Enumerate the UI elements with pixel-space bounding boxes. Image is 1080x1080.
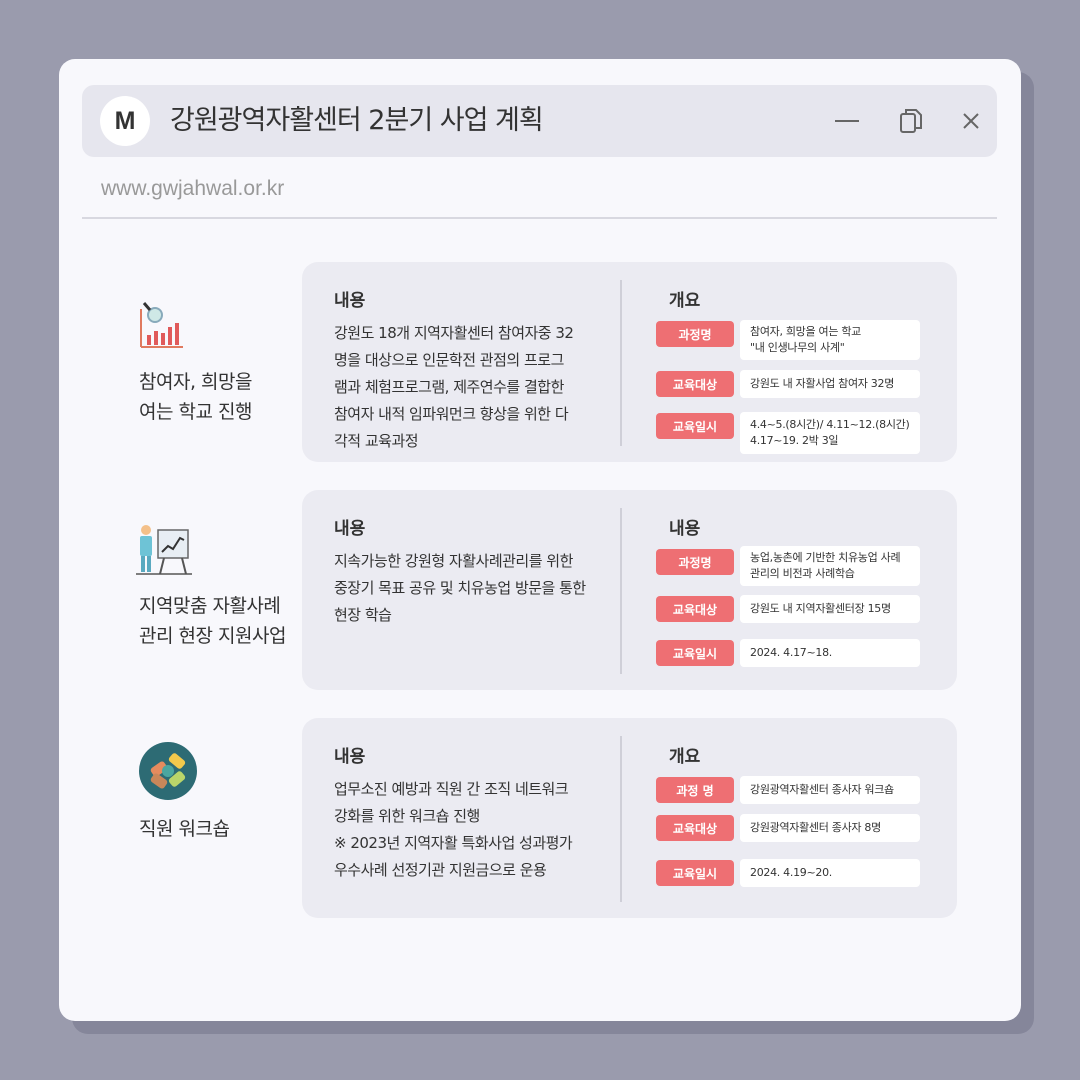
content-heading: 내용 (334, 519, 366, 539)
target-tag: 교육대상 (656, 596, 734, 622)
teamwork-hands-icon (139, 742, 197, 804)
schedule-value: 2024. 4.19~20. (740, 859, 920, 887)
card-divider (620, 280, 622, 446)
schedule-value: 4.4~5.(8시간)/ 4.11~12.(8시간) 4.17~19. 2박 3… (740, 412, 920, 454)
target-value: 강원도 내 지역자활센터장 15명 (740, 595, 920, 623)
course-name-value: 농업,농촌에 기반한 치유농업 사례 관리의 비전과 사례학습 (740, 546, 920, 586)
course-name-tag: 과정 명 (656, 777, 734, 803)
app-window: M 강원광역자활센터 2분기 사업 계획 www.gwjahwal.or.kr (59, 59, 1021, 1021)
program-card: 내용 지속가능한 강원형 자활사례관리를 위한 중장기 목표 공유 및 치유농업… (302, 490, 957, 690)
content-text: 지속가능한 강원형 자활사례관리를 위한 중장기 목표 공유 및 치유농업 방문… (334, 552, 586, 624)
item-label: 참여자, 희망을 여는 학교 진행 (139, 371, 252, 423)
website-url[interactable]: www.gwjahwal.or.kr (101, 177, 284, 201)
target-value: 강원도 내 자활사업 참여자 32명 (740, 370, 920, 398)
close-icon[interactable] (956, 106, 986, 136)
window-title: 강원광역자활센터 2분기 사업 계획 (170, 105, 544, 136)
minimize-icon[interactable] (832, 106, 862, 136)
schedule-tag: 교육일시 (656, 413, 734, 439)
card-divider (620, 508, 622, 674)
schedule-tag: 교육일시 (656, 860, 734, 886)
course-name-tag: 과정명 (656, 321, 734, 347)
schedule-value: 2024. 4.17~18. (740, 639, 920, 667)
presentation-icon (136, 524, 192, 580)
overview-heading: 내용 (669, 519, 701, 539)
course-name-value: 참여자, 희망을 여는 학교 "내 인생나무의 사계" (740, 320, 920, 360)
program-card: 내용 업무소진 예방과 직원 간 조직 네트워크 강화를 위한 워크숍 진행 ※… (302, 718, 957, 918)
item-label: 지역맞춤 자활사례 관리 현장 지원사업 (139, 595, 286, 647)
course-name-value: 강원광역자활센터 종사자 워크숍 (740, 776, 920, 804)
chart-magnifier-icon (137, 299, 185, 355)
copy-icon[interactable] (896, 106, 926, 136)
target-value: 강원광역자활센터 종사자 8명 (740, 814, 920, 842)
header-divider (82, 217, 997, 219)
item-label: 직원 워크숍 (139, 818, 230, 840)
overview-heading: 개요 (669, 747, 701, 767)
content-text: 강원도 18개 지역자활센터 참여자중 32 명을 대상으로 인문학전 관점의 … (334, 324, 574, 450)
content-text: 업무소진 예방과 직원 간 조직 네트워크 강화를 위한 워크숍 진행 ※ 20… (334, 780, 573, 879)
logo-badge: M (100, 96, 150, 146)
overview-heading: 개요 (669, 291, 701, 311)
program-card: 내용 강원도 18개 지역자활센터 참여자중 32 명을 대상으로 인문학전 관… (302, 262, 957, 462)
card-divider (620, 736, 622, 902)
course-name-tag: 과정명 (656, 549, 734, 575)
target-tag: 교육대상 (656, 815, 734, 841)
title-bar: M 강원광역자활센터 2분기 사업 계획 (82, 85, 997, 157)
content-heading: 내용 (334, 747, 366, 767)
target-tag: 교육대상 (656, 371, 734, 397)
schedule-tag: 교육일시 (656, 640, 734, 666)
content-heading: 내용 (334, 291, 366, 311)
